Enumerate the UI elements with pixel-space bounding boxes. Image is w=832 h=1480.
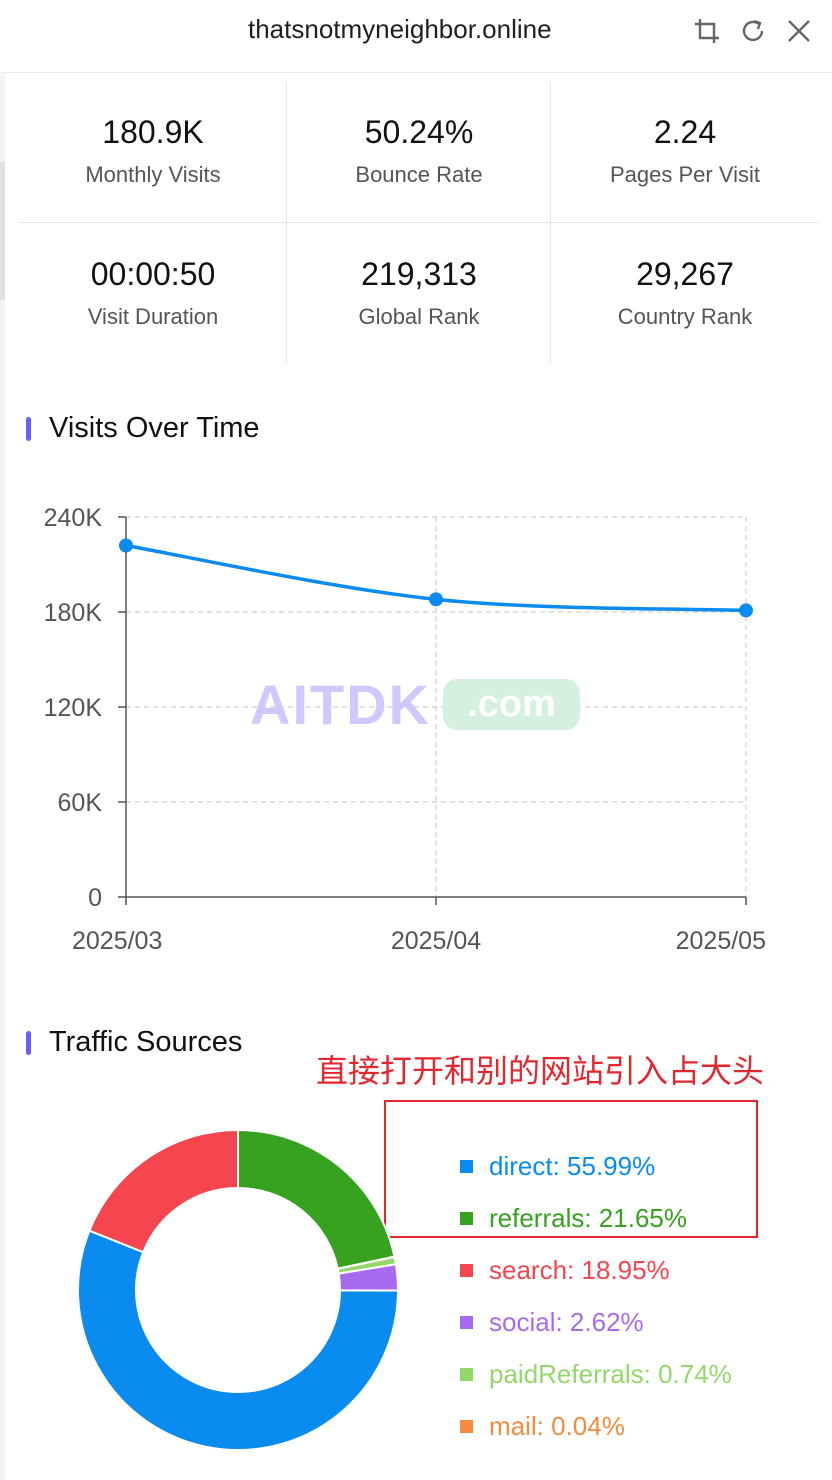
watermark-suffix: .com (443, 679, 580, 730)
traffic-legend: direct: 55.99% referrals: 21.65% search:… (460, 1140, 732, 1452)
refresh-icon[interactable] (738, 16, 768, 46)
section-accent-bar (26, 1030, 31, 1055)
legend-item-referrals[interactable]: referrals: 21.65% (460, 1192, 732, 1244)
stat-monthly-visits: 180.9K Monthly Visits (20, 82, 286, 222)
legend-label: mail: 0.04% (489, 1410, 625, 1441)
side-scroll-thumb[interactable] (0, 162, 5, 300)
y-tick-label: 240K (44, 504, 103, 532)
x-tick-label: 2025/04 (391, 927, 481, 955)
traffic-section-title: Traffic Sources (26, 1026, 242, 1059)
legend-swatch (460, 1367, 473, 1381)
stat-value: 180.9K (102, 114, 204, 150)
data-point (429, 592, 443, 607)
legend-label: paidReferrals: 0.74% (489, 1358, 732, 1389)
slice-search (88, 1128, 239, 1254)
traffic-donut-chart (77, 1128, 400, 1451)
legend-swatch (460, 1263, 473, 1277)
stat-label: Pages Per Visit (609, 162, 760, 187)
x-tick-label: 2025/05 (676, 927, 766, 955)
site-title: thatsnotmyneighbor.online (248, 14, 552, 44)
x-tick-label: 2025/03 (72, 927, 162, 955)
stat-value: 00:00:50 (90, 256, 216, 292)
legend-swatch (460, 1315, 473, 1329)
stats-grid: 180.9K Monthly Visits 50.24% Bounce Rate… (20, 82, 818, 364)
stat-country-rank: 29,267 Country Rank (552, 224, 818, 364)
legend-label: direct: 55.99% (489, 1150, 656, 1181)
legend-label: search: 18.95% (489, 1254, 670, 1285)
legend-label: social: 2.62% (489, 1306, 644, 1337)
crop-icon[interactable] (692, 16, 722, 46)
stat-label: Country Rank (617, 304, 753, 329)
stat-label: Monthly Visits (85, 162, 221, 187)
watermark: AITDK .com (250, 672, 580, 737)
y-tick-label: 120K (44, 694, 103, 722)
stat-value: 219,313 (361, 256, 477, 292)
stat-visit-duration: 00:00:50 Visit Duration (20, 224, 286, 364)
stat-pages-per-visit: 2.24 Pages Per Visit (552, 82, 818, 222)
stat-label: Global Rank (358, 304, 480, 329)
legend-item-paid-referrals[interactable]: paidReferrals: 0.74% (460, 1348, 732, 1400)
legend-item-mail[interactable]: mail: 0.04% (460, 1400, 732, 1452)
data-point (739, 603, 753, 618)
legend-label: referrals: 21.65% (489, 1202, 687, 1233)
window-header: thatsnotmyneighbor.online (0, 0, 832, 73)
stat-label: Bounce Rate (355, 162, 483, 187)
data-point (119, 538, 133, 553)
legend-item-social[interactable]: social: 2.62% (460, 1296, 732, 1348)
traffic-title-text: Traffic Sources (49, 1026, 243, 1058)
section-accent-bar (26, 416, 31, 441)
stat-global-rank: 219,313 Global Rank (286, 224, 552, 364)
y-tick-label: 60K (58, 789, 103, 817)
watermark-brand: AITDK (250, 673, 432, 736)
close-icon[interactable] (784, 16, 814, 46)
header-actions (692, 16, 814, 46)
grid-divider (286, 82, 287, 364)
slice-referrals (237, 1128, 396, 1270)
visits-title-text: Visits Over Time (49, 412, 260, 444)
legend-swatch (460, 1159, 473, 1173)
stat-value: 50.24% (364, 114, 474, 150)
stat-value: 2.24 (653, 114, 717, 150)
legend-item-direct[interactable]: direct: 55.99% (460, 1140, 732, 1192)
stat-bounce-rate: 50.24% Bounce Rate (286, 82, 552, 222)
legend-swatch (460, 1211, 473, 1225)
visits-section-title: Visits Over Time (26, 412, 260, 445)
legend-swatch (460, 1419, 473, 1433)
stat-value: 29,267 (636, 256, 734, 292)
y-tick-label: 180K (44, 599, 103, 627)
grid-divider (550, 82, 551, 364)
annotation-note: 直接打开和别的网站引入占大头 (316, 1053, 765, 1089)
grid-divider (20, 222, 818, 223)
legend-item-search[interactable]: search: 18.95% (460, 1244, 732, 1296)
y-tick-label: 0 (88, 884, 102, 912)
stat-label: Visit Duration (87, 304, 219, 329)
